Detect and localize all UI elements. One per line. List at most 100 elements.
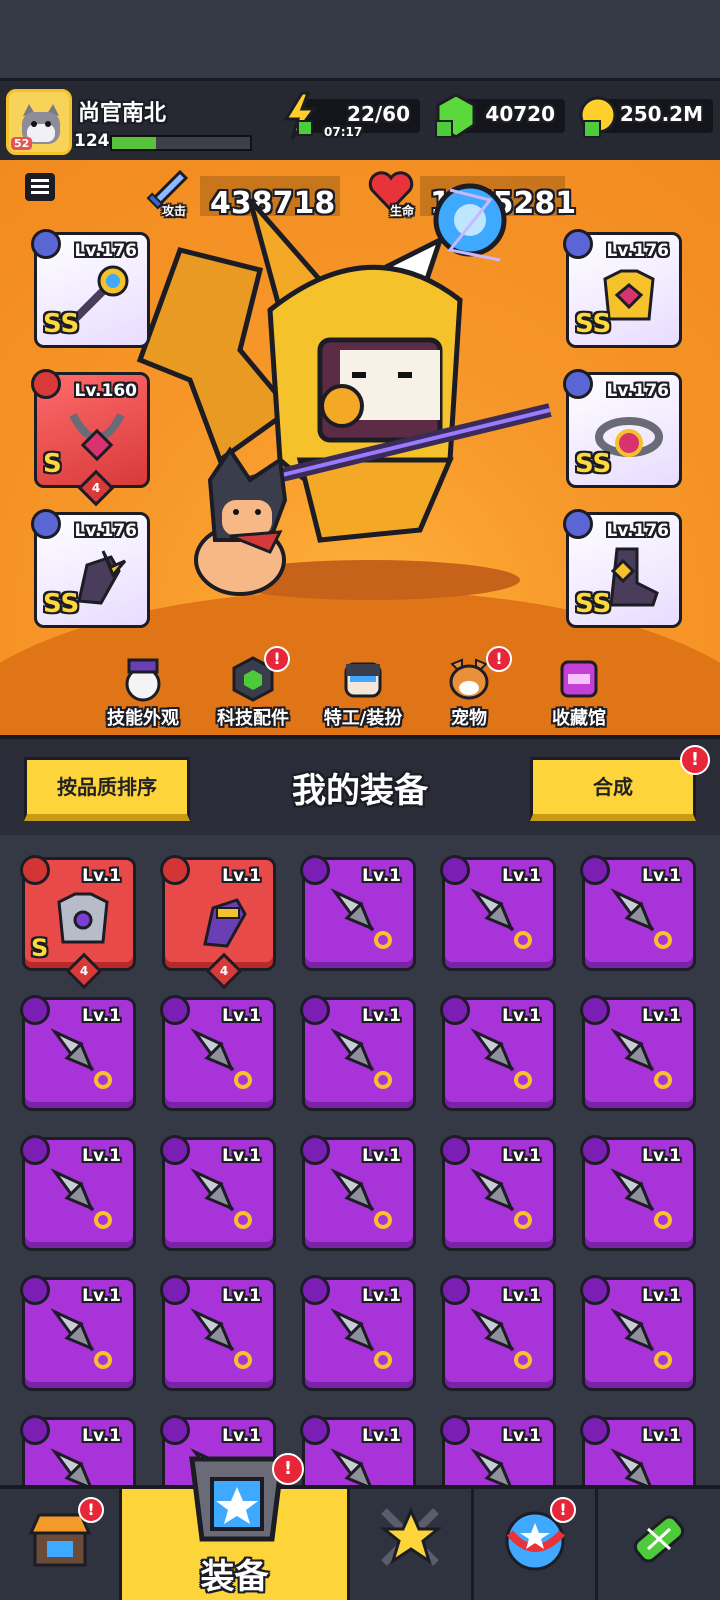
necklace-icon — [69, 413, 125, 462]
inventory-item[interactable]: Lv.1 — [160, 1135, 276, 1251]
kunai-icon — [610, 1168, 672, 1229]
item-level: Lv.1 — [502, 1006, 541, 1026]
inventory-item[interactable]: Lv.1 — [300, 1275, 416, 1391]
item-level: Lv.1 — [222, 1006, 261, 1026]
nav-shop[interactable]: ! — [0, 1489, 122, 1600]
item-level: Lv.1 — [642, 866, 681, 886]
kunai-icon — [190, 1168, 252, 1229]
nav-equipment-label: 装备 — [200, 1557, 269, 1597]
item-level: Lv.1 — [362, 1426, 401, 1446]
inventory-item[interactable]: Lv.1 S 4 — [20, 855, 136, 990]
tab-tech-parts[interactable]: ! 科技配件 — [198, 646, 308, 730]
item-type-icon — [580, 1275, 610, 1305]
rarity-label: SS — [575, 449, 612, 479]
shop-alert-badge: ! — [78, 1497, 104, 1523]
player-avatar[interactable]: 52 — [6, 89, 72, 155]
inventory-item[interactable]: Lv.1 — [580, 1415, 696, 1485]
equipped-level: Lv.176 — [74, 241, 137, 261]
item-level: Lv.1 — [502, 1146, 541, 1166]
tab-label: 宠物 — [451, 708, 487, 729]
inventory-item[interactable]: Lv.1 — [440, 1415, 556, 1485]
inventory-item[interactable]: Lv.1 — [580, 1135, 696, 1251]
hero-area: 438718 攻击 1655281 生命 Lv.176 SS Lv.176 SS… — [0, 160, 720, 735]
item-type-icon — [580, 995, 610, 1025]
tab-collection[interactable]: 收藏馆 — [524, 650, 634, 730]
gold-value: 250.2M — [619, 102, 703, 126]
equipped-weapon-slot[interactable]: Lv.176 SS — [31, 229, 150, 348]
kunai-icon — [330, 888, 392, 949]
item-type-icon — [160, 1275, 190, 1305]
kunai-icon — [470, 1028, 532, 1089]
equipped-level: Lv.176 — [606, 521, 669, 541]
inventory-item[interactable]: Lv.1 — [20, 1275, 136, 1391]
item-type-icon — [20, 1275, 50, 1305]
inventory-item[interactable]: Lv.1 — [160, 1275, 276, 1391]
item-type-icon — [440, 1415, 470, 1445]
tech-alert-badge: ! — [264, 646, 290, 672]
inventory-item[interactable]: Lv.1 4 — [160, 855, 276, 990]
inventory-item[interactable]: Lv.1 — [160, 995, 276, 1111]
inventory-item[interactable]: Lv.1 — [300, 995, 416, 1111]
kunai-icon — [470, 888, 532, 949]
item-type-icon — [160, 995, 190, 1025]
item-level: Lv.1 — [222, 1286, 261, 1306]
evolve-alert-badge: ! — [550, 1497, 576, 1523]
equipment-header: 按品质排序 我的装备 合成 ! — [0, 735, 720, 835]
tab-label: 科技配件 — [217, 708, 289, 729]
tab-agent-outfit[interactable]: 特工/装扮 — [308, 650, 418, 730]
nav-battle[interactable] — [350, 1489, 474, 1600]
hero-character — [136, 183, 552, 600]
inventory-item[interactable]: Lv.1 — [300, 1135, 416, 1251]
player-name: 尚官南北 — [78, 101, 167, 126]
equipped-necklace-slot[interactable]: Lv.160 S 4 — [31, 369, 150, 507]
equipped-belt-slot[interactable]: Lv.176 SS — [563, 369, 682, 488]
nav-equipment[interactable]: ! 装备 — [122, 1453, 350, 1600]
item-type-icon — [300, 1135, 330, 1165]
necklace-slot-icon — [31, 369, 61, 399]
equipped-boot-slot[interactable]: Lv.176 SS — [563, 509, 682, 628]
kunai-icon — [330, 1448, 372, 1485]
green-gem-icon — [435, 93, 476, 139]
inventory-item[interactable]: Lv.1 — [440, 1135, 556, 1251]
item-type-icon — [580, 1135, 610, 1165]
inventory-item[interactable]: Lv.1 — [440, 1275, 556, 1391]
item-level: Lv.1 — [82, 1006, 121, 1026]
inventory-item[interactable]: Lv.1 — [440, 855, 556, 971]
kunai-icon — [50, 1308, 112, 1369]
inventory-item[interactable]: Lv.1 — [20, 995, 136, 1111]
merge-button[interactable]: 合成 — [530, 757, 696, 821]
inventory-item[interactable]: Lv.1 — [580, 995, 696, 1111]
merge-alert-badge: ! — [680, 745, 710, 775]
nav-dna[interactable] — [598, 1489, 720, 1600]
inventory-item[interactable]: Lv.1 — [20, 1135, 136, 1251]
inventory-item[interactable]: Lv.1 — [440, 995, 556, 1111]
rarity-label: S — [31, 934, 49, 962]
player-level: 124 — [74, 131, 110, 151]
menu-icon[interactable] — [24, 172, 56, 202]
rarity-label: SS — [575, 589, 612, 619]
inventory-item[interactable]: Lv.1 — [300, 855, 416, 971]
inventory-item[interactable]: Lv.1 — [20, 1415, 136, 1485]
item-type-icon — [160, 1415, 190, 1445]
kunai-icon — [610, 888, 672, 949]
inventory-item[interactable]: Lv.1 — [580, 1275, 696, 1391]
item-type-icon — [20, 995, 50, 1025]
equipped-armor-slot[interactable]: Lv.176 SS — [563, 229, 682, 348]
equipped-glove-slot[interactable]: Lv.176 SS — [31, 509, 150, 628]
inventory-item[interactable]: Lv.1 — [580, 855, 696, 971]
dna-icon — [633, 1515, 685, 1563]
weapon-slot-icon — [31, 229, 61, 259]
kunai-icon — [50, 1448, 92, 1485]
xp-bar — [110, 135, 252, 151]
agent-icon — [344, 662, 382, 698]
inventory-item[interactable]: Lv.1 — [300, 1415, 416, 1485]
nav-evolve[interactable]: ! — [474, 1489, 598, 1600]
tab-label: 特工/装扮 — [323, 708, 403, 729]
item-type-icon — [440, 855, 470, 885]
kunai-icon — [50, 1028, 112, 1089]
tab-pet[interactable]: ! 宠物 — [414, 646, 524, 730]
item-level: Lv.1 — [502, 1286, 541, 1306]
item-level: Lv.1 — [362, 866, 401, 886]
item-level: Lv.1 — [82, 866, 121, 886]
tab-skill-skin[interactable]: 技能外观 — [88, 650, 198, 730]
